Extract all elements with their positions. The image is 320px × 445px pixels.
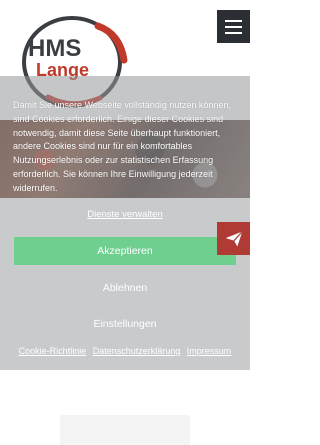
content-placeholder [60,415,190,445]
imprint-link[interactable]: Impressum [187,346,232,356]
cookie-message: Damit Sie unsere Webseite vollständig nu… [13,100,231,193]
page-content-below [0,370,250,445]
link-separator [182,346,185,356]
settings-button[interactable]: Einstellungen [14,311,236,337]
cookie-consent-banner: Damit Sie unsere Webseite vollständig nu… [0,76,250,370]
manage-services-link[interactable]: Dienste verwalten [0,209,250,220]
hamburger-menu-icon[interactable] [217,10,250,43]
paper-plane-icon [225,230,243,246]
logo-text-hms: HMS [28,35,81,62]
privacy-policy-link[interactable]: Datenschutzerklärung [93,346,181,356]
contact-side-tab[interactable] [217,222,250,255]
link-separator [88,346,91,356]
deny-button[interactable]: Ablehnen [14,275,236,301]
cookie-policy-link[interactable]: Cookie-Richtlinie [19,346,87,356]
cookie-footer-links: Cookie-Richtlinie Datenschutzerklärung I… [0,346,250,356]
accept-button[interactable]: Akzeptieren [14,237,236,265]
